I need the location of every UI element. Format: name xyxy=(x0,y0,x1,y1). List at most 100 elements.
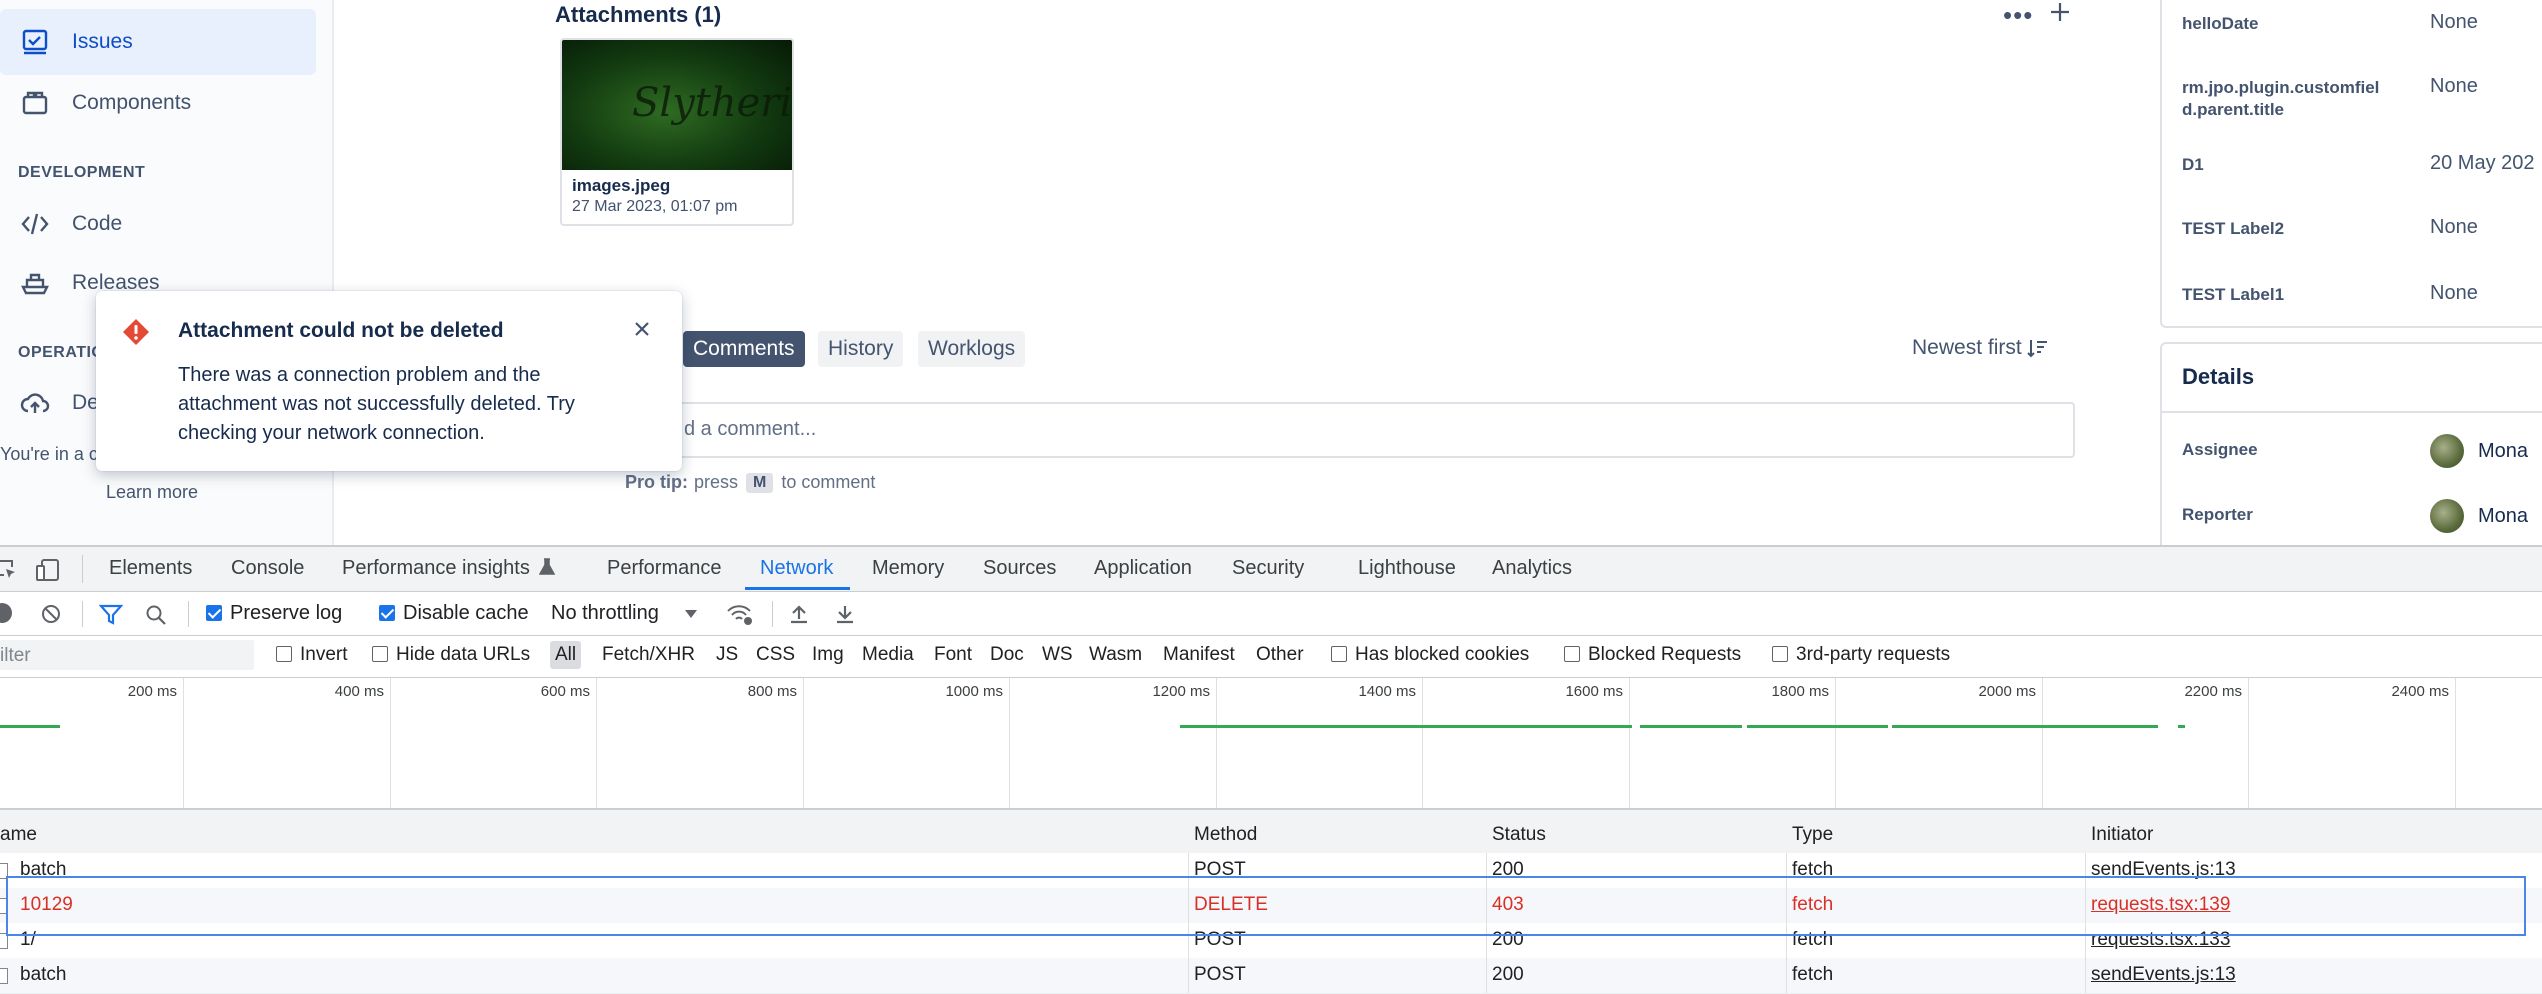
details-title: Details xyxy=(2182,364,2255,389)
device-toolbar-icon[interactable] xyxy=(36,558,62,582)
cell-method: POST xyxy=(1194,964,1246,985)
network-overview-timeline[interactable]: 200 ms 400 ms 600 ms 800 ms 1000 ms 1200 ms 14… xyxy=(0,678,2542,808)
filter-type-fetch-xhr[interactable]: Fetch/XHR xyxy=(602,644,695,666)
assignee-field[interactable]: Mona xyxy=(2430,434,2528,468)
cell-name: batch xyxy=(20,964,67,985)
avatar xyxy=(2430,499,2464,533)
search-icon[interactable] xyxy=(145,604,167,626)
timeline-gridline xyxy=(1216,678,1217,808)
disable-cache-label: Disable cache xyxy=(403,602,529,624)
tab-history[interactable]: History xyxy=(818,331,904,367)
network-conditions-icon[interactable] xyxy=(726,603,754,627)
field-value[interactable]: 20 May 202 xyxy=(2430,152,2535,175)
blocked-requests-checkbox[interactable]: Blocked Requests xyxy=(1564,644,1741,666)
export-har-icon[interactable] xyxy=(834,603,856,625)
code-icon xyxy=(18,207,52,241)
filter-type-manifest[interactable]: Manifest xyxy=(1163,644,1235,666)
filter-icon[interactable] xyxy=(99,604,123,626)
comment-input[interactable]: d a comment... xyxy=(620,402,2075,458)
filter-type-font[interactable]: Font xyxy=(934,644,972,666)
filter-type-css[interactable]: CSS xyxy=(756,644,795,666)
cell-type: fetch xyxy=(1792,964,1834,985)
field-value[interactable]: None xyxy=(2430,216,2478,239)
field-value[interactable]: None xyxy=(2430,75,2478,98)
column-header-type[interactable]: Type xyxy=(1792,824,1833,846)
sidebar-item-components[interactable]: Components xyxy=(0,70,316,136)
timeline-gridline xyxy=(1835,678,1836,808)
components-icon xyxy=(18,86,52,120)
reporter-field[interactable]: Mona xyxy=(2430,499,2528,533)
timeline-gridline xyxy=(596,678,597,808)
close-icon[interactable] xyxy=(632,319,652,339)
filter-type-all[interactable]: All xyxy=(550,641,582,669)
experiment-icon xyxy=(539,558,556,575)
filter-type-ws[interactable]: WS xyxy=(1042,644,1073,666)
devtools-tab-sources[interactable]: Sources xyxy=(983,557,1056,580)
invert-checkbox[interactable]: Invert xyxy=(276,644,348,666)
avatar xyxy=(2430,434,2464,468)
devtools-tab-elements[interactable]: Elements xyxy=(109,557,192,580)
sidebar-item-code[interactable]: Code xyxy=(0,191,316,257)
devtools-tab-lighthouse[interactable]: Lighthouse xyxy=(1358,557,1456,580)
devtools-tab-analytics[interactable]: Analytics xyxy=(1492,557,1572,580)
timeline-request-bar xyxy=(1892,725,2158,728)
request-row[interactable]: batch POST 200 fetch sendEvents.js:13 xyxy=(0,958,2542,994)
devtools-tab-console[interactable]: Console xyxy=(231,557,304,580)
error-icon xyxy=(123,319,149,345)
pro-tip-press: press xyxy=(694,472,739,492)
tab-comments[interactable]: Comments xyxy=(683,331,805,367)
more-options-icon[interactable]: ••• xyxy=(2003,0,2033,31)
add-attachment-button[interactable] xyxy=(2048,0,2072,29)
filter-type-js[interactable]: JS xyxy=(716,644,738,666)
preserve-log-label: Preserve log xyxy=(230,602,343,624)
filter-type-doc[interactable]: Doc xyxy=(990,644,1024,666)
error-flag: Attachment could not be deleted There wa… xyxy=(96,291,682,471)
field-value[interactable]: None xyxy=(2430,282,2478,305)
active-tab-indicator xyxy=(745,587,850,590)
throttling-select[interactable]: No throttling xyxy=(551,602,699,625)
cell-initiator[interactable]: sendEvents.js:13 xyxy=(2091,964,2236,986)
devtools-tab-network[interactable]: Network xyxy=(760,557,833,580)
devtools-tab-application[interactable]: Application xyxy=(1094,557,1192,580)
column-header-status[interactable]: Status xyxy=(1492,824,1546,846)
hide-data-urls-checkbox[interactable]: Hide data URLs xyxy=(372,644,530,666)
timeline-tick-label: 2000 ms xyxy=(1978,683,2036,700)
has-blocked-cookies-checkbox[interactable]: Has blocked cookies xyxy=(1331,644,1529,666)
field-value[interactable]: None xyxy=(2430,11,2478,34)
filter-type-img[interactable]: Img xyxy=(812,644,844,666)
column-header-initiator[interactable]: Initiator xyxy=(2091,824,2153,846)
timeline-tick-label: 1600 ms xyxy=(1565,683,1623,700)
timeline-request-bar xyxy=(1640,725,1742,728)
timeline-gridline xyxy=(183,678,184,808)
learn-more-link[interactable]: Learn more xyxy=(106,482,198,503)
column-header-name[interactable]: ame xyxy=(0,824,37,846)
tab-worklogs[interactable]: Worklogs xyxy=(918,331,1026,367)
inspect-element-icon[interactable] xyxy=(0,559,18,581)
filter-type-wasm[interactable]: Wasm xyxy=(1089,644,1142,666)
field-label: rm.jpo.plugin.customfield.parent.title xyxy=(2182,78,2380,119)
disable-cache-checkbox[interactable]: Disable cache xyxy=(379,602,529,625)
sort-newest-first-button[interactable]: Newest first xyxy=(1912,336,2050,360)
import-har-icon[interactable] xyxy=(788,603,810,625)
devtools-tab-security[interactable]: Security xyxy=(1232,557,1304,580)
filter-type-media[interactable]: Media xyxy=(862,644,914,666)
attachment-thumbnail-text: Slytherin xyxy=(632,80,793,126)
timeline-tick-label: 1200 ms xyxy=(1152,683,1210,700)
filter-input[interactable]: ilter xyxy=(0,640,254,670)
releases-icon xyxy=(18,266,52,300)
issues-icon xyxy=(18,25,52,59)
timeline-tick-label: 200 ms xyxy=(127,683,177,700)
reporter-label: Reporter xyxy=(2182,505,2253,524)
devtools-tab-performance-insights[interactable]: Performance insights xyxy=(342,557,556,580)
clear-icon[interactable] xyxy=(40,603,62,625)
attachments-title: Attachments (1) xyxy=(555,2,722,27)
column-header-method[interactable]: Method xyxy=(1194,824,1257,846)
filter-type-other[interactable]: Other xyxy=(1256,644,1304,666)
preserve-log-checkbox[interactable]: Preserve log xyxy=(206,602,342,625)
attachment-card[interactable]: Slytherin images.jpeg 27 Mar 2023, 01:07… xyxy=(560,38,794,226)
has-blocked-cookies-label: Has blocked cookies xyxy=(1355,644,1530,665)
sidebar-item-issues[interactable]: Issues xyxy=(0,9,316,75)
devtools-tab-memory[interactable]: Memory xyxy=(872,557,944,580)
third-party-requests-checkbox[interactable]: 3rd-party requests xyxy=(1772,644,1950,666)
devtools-tab-performance[interactable]: Performance xyxy=(607,557,722,580)
